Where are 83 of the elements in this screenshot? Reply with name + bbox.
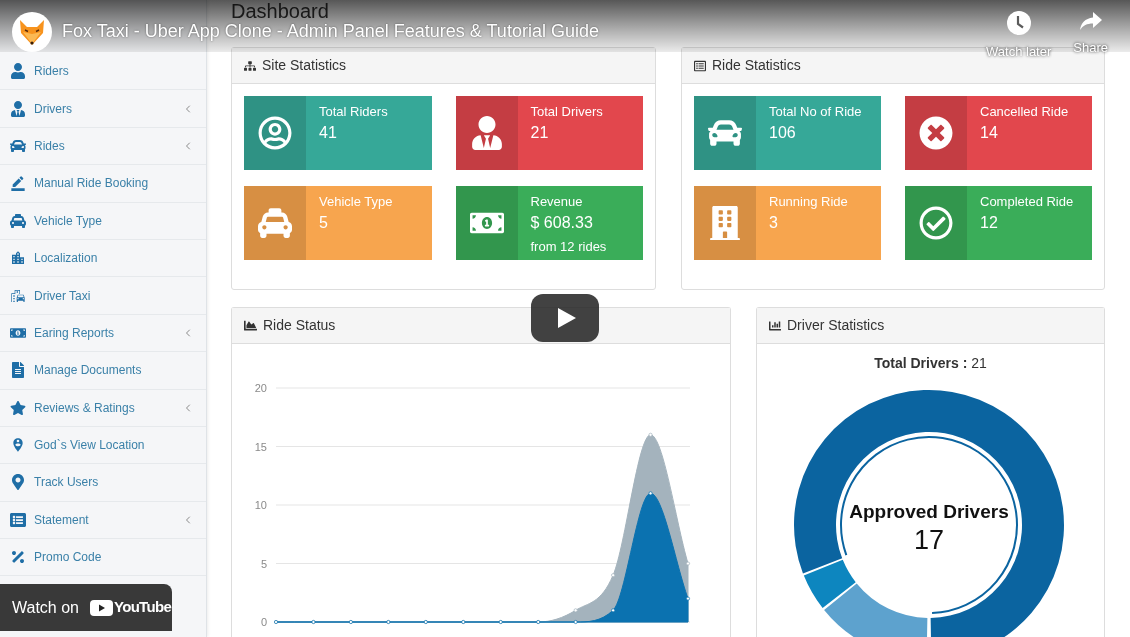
donut-center-label: Approved Drivers <box>849 501 1009 522</box>
tile-value: 3 <box>769 213 778 233</box>
data-point <box>611 608 616 613</box>
tile-value: 12 <box>980 213 998 233</box>
sidebar-item[interactable]: God`s View Location <box>0 426 206 465</box>
sidebar-item[interactable]: Rides <box>0 127 206 166</box>
tile-value: 41 <box>319 123 337 143</box>
sidebar-item[interactable]: Manual Ride Booking <box>0 165 206 203</box>
tile-value: 5 <box>319 213 328 233</box>
star-icon <box>10 399 26 416</box>
user-icon <box>10 63 26 80</box>
axis-tick-label: 5 <box>260 557 267 570</box>
total-drivers-text: Total Drivers : 21 <box>874 354 987 373</box>
share-icon <box>1078 11 1103 31</box>
tile-value: $ 608.33 <box>530 213 593 233</box>
buildings-icon <box>10 250 26 267</box>
panel-title: Ride Statistics <box>712 56 801 75</box>
person-car-icon <box>10 287 26 304</box>
video-title-link[interactable]: Fox Taxi - Uber App Clone - Admin Panel Features & Tutorial Guide <box>62 20 599 42</box>
list-icon <box>694 59 706 72</box>
sidebar-item[interactable]: Driver Taxi <box>0 277 206 315</box>
page-heading: Dashboard <box>231 0 329 22</box>
document-icon <box>10 362 26 379</box>
sidebar-item[interactable]: Drivers <box>0 90 206 128</box>
sidebar-item[interactable]: Manage Documents <box>0 352 206 390</box>
sidebar-item[interactable]: Localization <box>0 239 206 278</box>
clock-icon <box>1006 11 1031 35</box>
fox-logo-icon <box>12 12 52 52</box>
tile-label: Completed Ride <box>980 194 1074 210</box>
donut-center-value: 17 <box>914 525 944 555</box>
axis-tick-label: 15 <box>254 440 267 453</box>
person-icon <box>10 100 26 117</box>
building-icon <box>708 206 742 240</box>
tile-value: 14 <box>980 123 998 143</box>
axis-tick-label: 10 <box>254 499 267 511</box>
video-action-button[interactable]: Watch later <box>986 11 1052 59</box>
watch-on-youtube-button[interactable]: Watch on YouTube <box>0 584 172 631</box>
play-logo-icon <box>90 599 113 616</box>
sidebar-item[interactable]: Promo Code <box>0 539 206 577</box>
logo-text: YouTube <box>114 597 172 618</box>
play-icon <box>557 308 576 328</box>
data-point <box>648 432 653 437</box>
tile-label: Total Riders <box>319 104 388 120</box>
percent-icon <box>10 549 26 566</box>
person-icon <box>469 116 504 150</box>
tile-label: Running Ride <box>769 194 848 210</box>
axis-tick-label: 0 <box>260 616 267 628</box>
sidebar-item[interactable]: Reviews & Ratings <box>0 389 206 427</box>
area-chart-icon <box>244 319 257 332</box>
pencil-icon <box>10 175 26 192</box>
sidebar-item[interactable]: Statement <box>0 501 206 540</box>
tile-note: from 12 rides <box>530 239 607 255</box>
panel-title: Site Statistics <box>262 56 347 75</box>
map-pin-icon <box>10 474 26 491</box>
list-icon <box>10 511 26 528</box>
tile-value: 106 <box>769 123 796 143</box>
data-point <box>686 596 690 601</box>
data-point <box>573 608 578 613</box>
sidebar-item[interactable]: Vehicle Type <box>0 202 206 240</box>
sidebar-item[interactable]: Riders <box>0 53 206 91</box>
axis-tick-label: 20 <box>254 382 267 394</box>
data-point <box>648 491 653 496</box>
taxi-icon <box>258 206 292 240</box>
bar-chart-icon <box>769 319 781 332</box>
tile-label: Vehicle Type <box>319 194 393 210</box>
tile-value: 21 <box>530 123 549 143</box>
tile-label: Cancelled Ride <box>980 104 1069 120</box>
data-point <box>573 620 578 624</box>
data-point <box>686 561 690 566</box>
video-action-button[interactable]: Share <box>1073 11 1108 59</box>
play-button[interactable] <box>531 294 599 342</box>
person-pin-icon <box>10 437 26 454</box>
tile-label: Total Drivers <box>530 104 603 120</box>
data-point <box>611 573 616 578</box>
sidebar-item[interactable]: Track Users <box>0 464 206 502</box>
car-icon <box>10 137 26 154</box>
tile-label: Revenue <box>530 194 583 210</box>
panel-title: Ride Status <box>263 316 336 335</box>
sitemap-icon <box>244 59 256 72</box>
tile-label: Total No of Ride <box>769 104 862 120</box>
taxi-icon <box>10 212 26 229</box>
sidebar-item[interactable]: Earing Reports <box>0 314 206 353</box>
panel-title: Driver Statistics <box>787 316 885 335</box>
